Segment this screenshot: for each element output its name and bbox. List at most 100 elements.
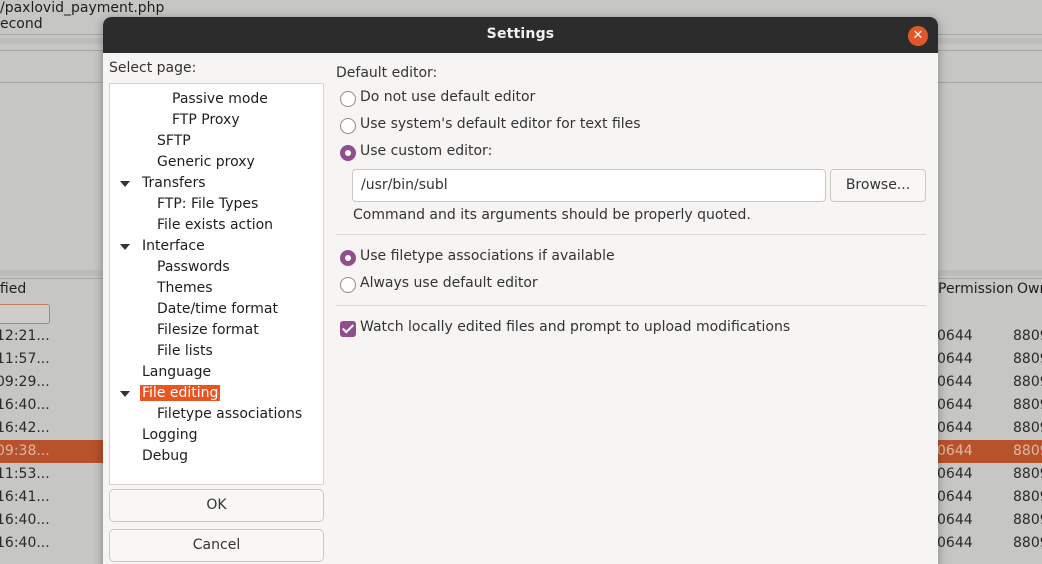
radio-always-default-editor-label[interactable]: Always use default editor (360, 275, 538, 291)
select-page-label: Select page: (109, 60, 197, 76)
expander-arrow-icon[interactable] (120, 244, 130, 250)
background-title-line1: /paxlovid_payment.php (0, 0, 165, 16)
tree-item[interactable]: Language (142, 362, 211, 383)
tree-item-label: FTP: File Types (157, 196, 259, 212)
cell-permission: 0644 (937, 443, 973, 459)
cell-owner: 8809 (1013, 351, 1042, 367)
tree-item[interactable]: Filesize format (157, 320, 259, 341)
settings-dialog: Settings ✕ Select page: Passive mode FTP … (103, 17, 938, 564)
tree-item-label: File lists (157, 343, 213, 359)
cell-modified: 09:29... (0, 374, 50, 390)
settings-page-tree[interactable]: Passive mode FTP Proxy SFTP Generic proxy Tr… (109, 83, 324, 485)
cell-permission: 0644 (937, 374, 973, 390)
cell-modified: 16:40... (0, 512, 50, 528)
cell-modified: 11:53... (0, 466, 50, 482)
cell-permission: 0644 (937, 489, 973, 505)
tree-item-label: Language (142, 364, 212, 380)
cell-owner: 8809 (1013, 489, 1042, 505)
expander-arrow-icon[interactable] (120, 181, 130, 187)
dialog-titlebar[interactable]: Settings ✕ (103, 17, 938, 53)
cell-modified: 11:57... (0, 351, 50, 367)
cell-modified: 16:41... (0, 489, 50, 505)
column-header-modified[interactable]: ified (0, 281, 26, 297)
divider (336, 305, 926, 306)
radio-no-default-editor[interactable] (340, 91, 356, 107)
dialog-title: Settings (486, 26, 555, 42)
tree-item-label: Themes (157, 280, 213, 296)
tree-item-label: Logging (142, 427, 198, 443)
tree-item[interactable]: Passwords (157, 257, 230, 278)
radio-filetype-associations-label[interactable]: Use filetype associations if available (360, 248, 615, 264)
radio-system-default-editor[interactable] (340, 118, 356, 134)
cell-owner: 8809 (1013, 374, 1042, 390)
tree-item[interactable]: Generic proxy (157, 152, 255, 173)
cancel-button[interactable]: Cancel (109, 529, 324, 562)
tree-item[interactable]: SFTP (157, 131, 191, 152)
expander-arrow-icon[interactable] (120, 391, 130, 397)
column-header-permission[interactable]: Permission (938, 281, 1014, 297)
tree-item-label: Interface (142, 238, 205, 254)
tree-item[interactable]: Filetype associations (157, 404, 302, 425)
tree-item[interactable]: FTP Proxy (172, 110, 240, 131)
cell-modified: 16:40... (0, 535, 50, 551)
radio-custom-editor-label[interactable]: Use custom editor: (360, 143, 492, 159)
tree-item-label: SFTP (157, 133, 191, 149)
tree-item-label: Generic proxy (157, 154, 255, 170)
browse-button[interactable]: Browse... (830, 169, 926, 202)
radio-no-default-editor-label[interactable]: Do not use default editor (360, 89, 535, 105)
cell-owner: 8809 (1013, 397, 1042, 413)
tree-item[interactable]: File lists (157, 341, 213, 362)
radio-filetype-associations[interactable] (340, 250, 356, 266)
tree-item-label: Date/time format (157, 301, 278, 317)
close-icon[interactable]: ✕ (908, 26, 928, 46)
tree-item[interactable]: File exists action (157, 215, 273, 236)
cell-owner: 8809 (1013, 420, 1042, 436)
cell-owner: 8809 (1013, 535, 1042, 551)
tree-item[interactable]: Debug (142, 446, 188, 467)
radio-system-default-editor-label[interactable]: Use system's default editor for text fil… (360, 116, 641, 132)
radio-always-default-editor[interactable] (340, 277, 356, 293)
filter-input[interactable] (0, 304, 50, 324)
radio-custom-editor[interactable] (340, 145, 356, 161)
tree-item-label: FTP Proxy (172, 112, 240, 128)
tree-item-label: Passive mode (172, 91, 268, 107)
tree-item-label: Filetype associations (157, 406, 303, 422)
custom-editor-input[interactable]: /usr/bin/subl (352, 169, 826, 202)
column-header-owner[interactable]: Owr (1017, 281, 1042, 297)
cell-owner: 8809 (1013, 466, 1042, 482)
cell-modified: 09:38... (0, 443, 50, 459)
watch-files-checkbox[interactable] (340, 321, 356, 337)
cell-permission: 0644 (937, 328, 973, 344)
quoting-hint: Command and its arguments should be prop… (353, 207, 751, 223)
ok-button[interactable]: OK (109, 489, 324, 522)
cell-modified: 12:21... (0, 328, 50, 344)
tree-item-label: Debug (142, 448, 189, 464)
cell-permission: 0644 (937, 397, 973, 413)
tree-item[interactable]: Themes (157, 278, 213, 299)
tree-item-label: Filesize format (157, 322, 259, 338)
divider (336, 234, 926, 235)
cell-owner: 8809 (1013, 443, 1042, 459)
cell-owner: 8809 (1013, 512, 1042, 528)
cell-permission: 0644 (937, 512, 973, 528)
cell-modified: 16:42... (0, 420, 50, 436)
tree-item[interactable]: FTP: File Types (157, 194, 258, 215)
cell-permission: 0644 (937, 466, 973, 482)
cell-permission: 0644 (937, 351, 973, 367)
watch-files-label[interactable]: Watch locally edited files and prompt to… (360, 319, 790, 335)
tree-item-label: File editing (140, 385, 221, 401)
tree-item[interactable]: Logging (142, 425, 198, 446)
tree-item[interactable]: File editing (120, 383, 221, 404)
default-editor-label: Default editor: (336, 65, 438, 81)
cell-owner: 8809 (1013, 328, 1042, 344)
tree-item-label: Passwords (157, 259, 230, 275)
tree-item[interactable]: Interface (120, 236, 205, 257)
cell-permission: 0644 (937, 420, 973, 436)
tree-item-label: Transfers (142, 175, 206, 191)
tree-item[interactable]: Date/time format (157, 299, 278, 320)
cell-permission: 0644 (937, 535, 973, 551)
tree-item[interactable]: Transfers (120, 173, 206, 194)
cell-modified: 16:40... (0, 397, 50, 413)
tree-item-label: File exists action (157, 217, 274, 233)
tree-item[interactable]: Passive mode (172, 89, 268, 110)
